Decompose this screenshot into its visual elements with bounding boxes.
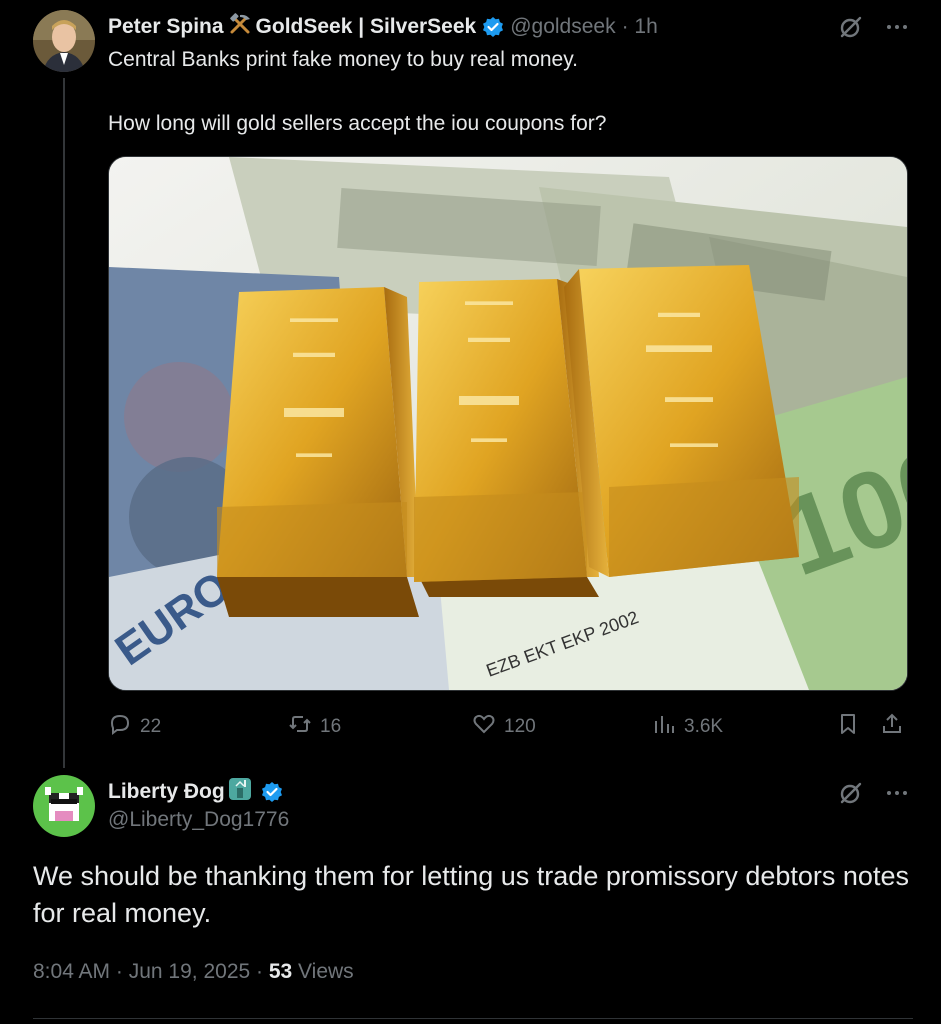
- views-label: Views: [298, 960, 354, 983]
- svg-text:▬▬▬▬: ▬▬▬▬: [290, 311, 338, 325]
- reply-button[interactable]: 22: [108, 712, 161, 742]
- author-handle[interactable]: @Liberty_Dog1776: [108, 808, 289, 832]
- share-button[interactable]: [880, 712, 912, 742]
- svg-text:▬▬▬: ▬▬▬: [471, 431, 507, 445]
- svg-text:▬▬▬▬: ▬▬▬▬: [670, 436, 718, 450]
- author-name[interactable]: Liberty Đog: [108, 780, 225, 804]
- tweet-text-line-1: Central Banks print fake money to buy re…: [108, 48, 579, 71]
- thread-connector-line: [63, 78, 65, 768]
- grok-icon[interactable]: [838, 14, 864, 45]
- svg-text:▬▬▬: ▬▬▬: [293, 346, 335, 361]
- statue-of-liberty-icon: [228, 778, 251, 805]
- reply-text: We should be thanking them for letting u…: [33, 861, 909, 928]
- share-icon: [880, 712, 912, 742]
- post-date[interactable]: Jun 19, 2025: [129, 960, 250, 983]
- svg-text:▬▬▬: ▬▬▬: [296, 446, 332, 460]
- analytics-icon: [652, 712, 684, 742]
- author-org[interactable]: GoldSeek | SilverSeek: [256, 15, 477, 39]
- heart-icon: [472, 712, 504, 742]
- reply-top-actions: [838, 780, 910, 811]
- avatar[interactable]: [33, 775, 95, 837]
- tweet-top-actions: [838, 14, 910, 45]
- more-options-icon[interactable]: [884, 780, 910, 811]
- reply-icon: [108, 712, 140, 742]
- views-button[interactable]: 3.6K: [652, 712, 723, 742]
- tweet-time[interactable]: · 1h: [622, 15, 658, 39]
- reply-count: 22: [140, 716, 162, 737]
- divider: [33, 1018, 913, 1019]
- tweet-media-image[interactable]: 100 EURO EZB EKT EKP 2002 ▬▬▬▬ ▬▬▬ ▬▬ ▬▬…: [108, 156, 908, 691]
- post-time[interactable]: 8:04 AM: [33, 960, 110, 983]
- svg-text:▬▬: ▬▬: [459, 379, 519, 412]
- view-count: 3.6K: [684, 716, 724, 737]
- grok-icon[interactable]: [838, 780, 864, 811]
- avatar[interactable]: [33, 10, 95, 72]
- tweet-header: Peter Spina GoldSeek | SilverSeek @golds…: [108, 12, 658, 41]
- more-options-icon[interactable]: [884, 14, 910, 45]
- views-count: 53: [268, 960, 293, 983]
- like-count: 120: [504, 716, 536, 737]
- svg-text:▬▬▬▬: ▬▬▬▬: [465, 294, 513, 308]
- author-name[interactable]: Peter Spina: [108, 15, 224, 39]
- svg-text:▬▬▬: ▬▬▬: [468, 331, 510, 346]
- pick-hammer-icon: [228, 12, 252, 41]
- repost-button[interactable]: 16: [288, 712, 341, 742]
- author-handle[interactable]: @goldseek: [510, 15, 615, 39]
- verified-badge-icon: [482, 16, 504, 38]
- reply-header: Liberty Đog: [108, 778, 289, 805]
- tweet-text-line-2: How long will gold sellers accept the io…: [108, 112, 607, 135]
- svg-text:▬▬▬: ▬▬▬: [658, 306, 700, 321]
- svg-text:▬▬: ▬▬: [284, 391, 344, 424]
- svg-text:▬▬▬: ▬▬▬: [665, 389, 713, 406]
- reply-metadata: 8:04 AM · Jun 19, 2025 · 53 Views: [33, 960, 354, 983]
- like-button[interactable]: 120: [472, 712, 536, 742]
- repost-icon: [288, 712, 320, 742]
- verified-badge-icon: [261, 781, 283, 803]
- bookmark-button[interactable]: [836, 712, 868, 742]
- svg-text:▬▬▬: ▬▬▬: [646, 332, 712, 357]
- reply-handle-row: @Liberty_Dog1776: [108, 808, 289, 832]
- repost-count: 16: [320, 716, 342, 737]
- bookmark-icon: [836, 712, 868, 742]
